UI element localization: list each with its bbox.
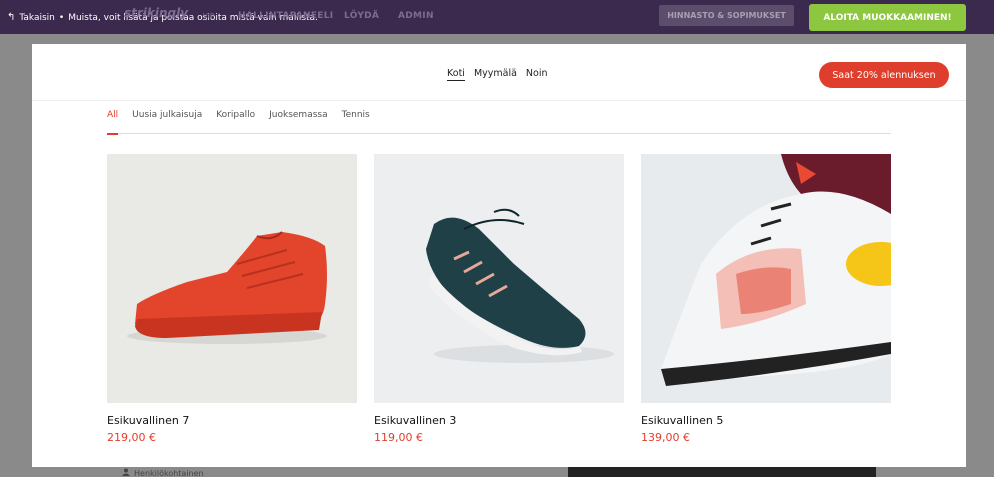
site-nav-shop[interactable]: Myymälä <box>474 68 517 81</box>
product-image[interactable] <box>374 154 624 403</box>
bullet: • <box>58 12 65 23</box>
nav-admin[interactable]: ADMIN <box>398 11 434 21</box>
site-nav-about[interactable]: Noin <box>526 68 548 81</box>
category-tab-all[interactable]: All <box>107 110 119 135</box>
back-label: Takaisin <box>19 12 55 23</box>
product-name[interactable]: Esikuvallinen 7 <box>107 414 357 427</box>
category-tab-running[interactable]: Juoksemassa <box>269 110 327 134</box>
background-dark-block <box>568 466 876 477</box>
background-personal-card: Henkilökohtainen <box>110 466 230 477</box>
template-preview-modal: Koti Myymälä Noin Saat 20% alennuksen Al… <box>32 44 966 467</box>
nav-discover[interactable]: LÖYDÄ <box>344 11 379 21</box>
category-tab-tennis[interactable]: Tennis <box>342 110 370 134</box>
category-tab-basketball[interactable]: Koripallo <box>216 110 255 134</box>
editor-topbar: ↰ Takaisin • Muista, voit lisätä ja pois… <box>0 0 994 34</box>
product-name[interactable]: Esikuvallinen 5 <box>641 414 891 427</box>
strikingly-logo[interactable]: strikingly <box>124 6 188 20</box>
product-price: 139,00 € <box>641 431 690 444</box>
nav-dashboard[interactable]: HALLINTAPANEELI <box>238 11 333 21</box>
back-arrow-icon: ↰ <box>7 12 16 23</box>
site-nav-links: Koti Myymälä Noin <box>447 68 548 81</box>
product-image[interactable] <box>107 154 357 403</box>
product-name[interactable]: Esikuvallinen 3 <box>374 414 624 427</box>
background-card-label: Henkilökohtainen <box>134 468 204 477</box>
product-card[interactable]: Esikuvallinen 7 219,00 € <box>107 154 357 444</box>
category-tabs: All Uusia julkaisuja Koripallo Juoksemas… <box>107 110 891 135</box>
product-image[interactable] <box>641 154 891 403</box>
vip-badge: VIP <box>203 12 215 20</box>
person-icon <box>122 468 130 477</box>
start-editing-button[interactable]: ALOITA MUOKKAAMINEN! <box>809 4 966 31</box>
site-header: Koti Myymälä Noin Saat 20% alennuksen <box>32 44 966 101</box>
product-card[interactable]: Esikuvallinen 5 139,00 € <box>641 154 891 444</box>
product-price: 119,00 € <box>374 431 423 444</box>
product-card[interactable]: Esikuvallinen 3 119,00 € <box>374 154 624 444</box>
category-tab-new[interactable]: Uusia julkaisuja <box>132 110 202 134</box>
site-nav-home[interactable]: Koti <box>447 68 465 81</box>
product-price: 219,00 € <box>107 431 156 444</box>
discount-button[interactable]: Saat 20% alennuksen <box>819 62 949 88</box>
pricing-button[interactable]: HINNASTO & SOPIMUKSET <box>659 5 794 26</box>
